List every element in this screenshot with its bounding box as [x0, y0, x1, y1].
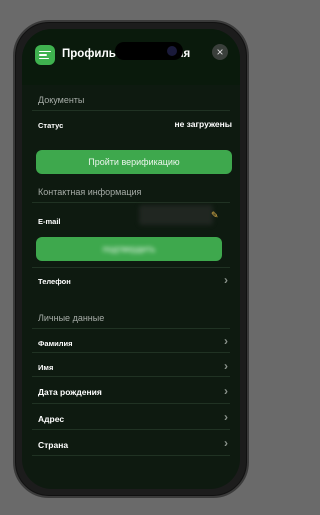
name-label: Имя	[38, 363, 54, 372]
email-label: E-mail	[38, 217, 61, 226]
contact-section-title: Контактная информация	[38, 187, 142, 197]
email-value-blurred	[139, 205, 213, 225]
divider	[32, 455, 230, 456]
divider	[32, 328, 230, 329]
status-label: Статус	[38, 121, 64, 130]
personal-section-title: Личные данные	[38, 313, 105, 323]
birthdate-label: Дата рождения	[38, 387, 102, 397]
country-label: Страна	[38, 440, 69, 450]
divider	[32, 376, 230, 377]
verify-button-label: Пройти верификацию	[88, 157, 180, 167]
address-label: Адрес	[38, 414, 65, 424]
pencil-icon[interactable]: ✎	[211, 210, 219, 221]
divider	[32, 267, 230, 268]
divider	[32, 403, 230, 404]
app-screen: Профиль ация × Документы Статус не загру…	[22, 29, 240, 489]
divider	[32, 110, 230, 111]
confirm-email-button[interactable]: подтвердить	[36, 237, 222, 261]
verify-button[interactable]: Пройти верификацию	[36, 150, 232, 174]
dynamic-island	[115, 42, 183, 60]
divider	[32, 352, 230, 353]
phone-label: Телефон	[38, 277, 71, 286]
surname-label: Фамилия	[38, 339, 73, 348]
chevron-right-icon[interactable]: ›	[224, 359, 228, 373]
divider	[32, 202, 230, 203]
divider	[32, 429, 230, 430]
confirm-email-button-label: подтвердить	[102, 244, 156, 254]
chevron-right-icon[interactable]: ›	[224, 436, 228, 450]
page-title-start: Профиль	[62, 48, 116, 60]
chevron-right-icon[interactable]: ›	[224, 273, 228, 287]
phone-frame: Профиль ация × Документы Статус не загру…	[13, 20, 249, 498]
chevron-right-icon[interactable]: ›	[224, 384, 228, 398]
chevron-right-icon[interactable]: ›	[224, 410, 228, 424]
close-icon[interactable]: ×	[212, 44, 228, 60]
camera-icon	[167, 46, 177, 56]
page-title: Профиль ация	[62, 48, 190, 60]
documents-section-title: Документы	[38, 95, 85, 105]
status-value: не загружены	[174, 119, 232, 129]
chevron-right-icon[interactable]: ›	[224, 334, 228, 348]
menu-icon[interactable]	[35, 45, 55, 65]
